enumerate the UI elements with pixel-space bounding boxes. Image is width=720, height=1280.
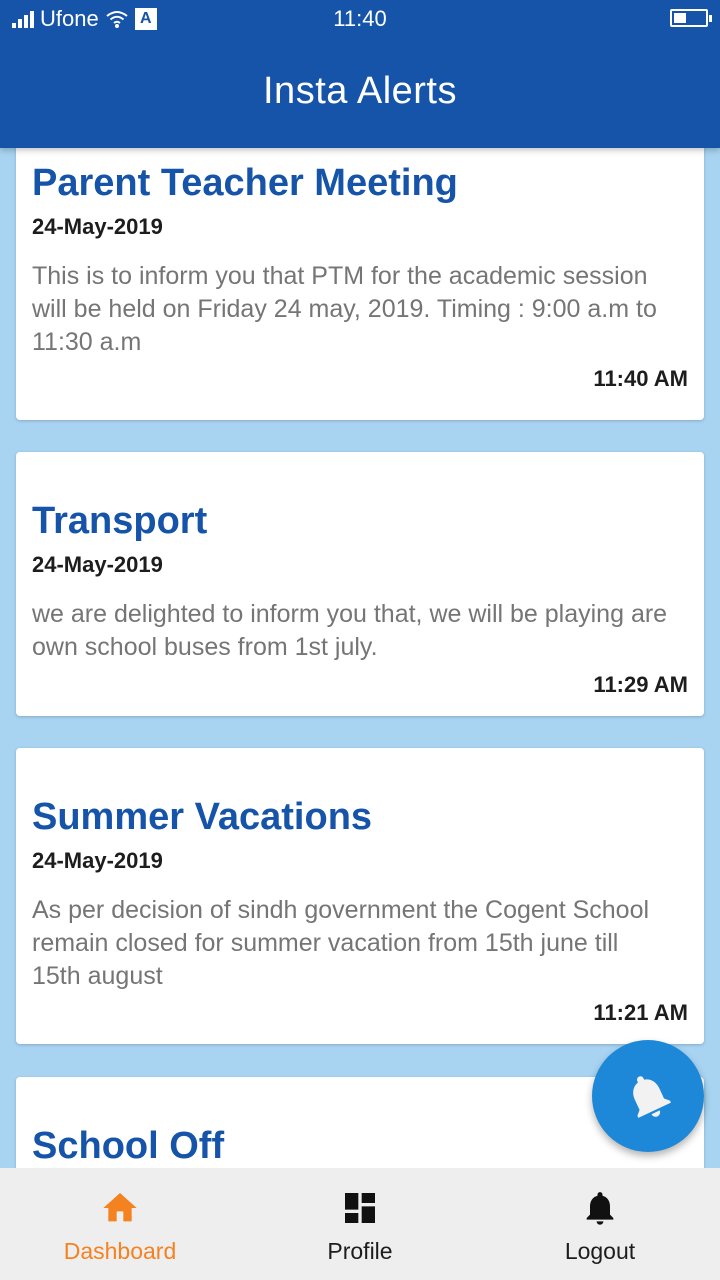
alert-title: School Off: [32, 1125, 225, 1167]
app-bar: Ufone A 11:40 Insta Alerts: [0, 0, 720, 148]
status-time: 11:40: [333, 6, 387, 31]
alerts-fab-button[interactable]: [592, 1040, 704, 1152]
alert-title: Parent Teacher Meeting: [32, 162, 458, 204]
nav-profile[interactable]: Profile: [240, 1168, 480, 1280]
alerts-feed[interactable]: Parent Teacher Meeting 24-May-2019 This …: [0, 148, 720, 1168]
alert-body: As per decision of sindh government the …: [32, 896, 650, 990]
alert-body: This is to inform you that PTM for the a…: [32, 262, 657, 356]
status-bar: Ufone A 11:40: [0, 0, 720, 38]
page-title: Insta Alerts: [263, 70, 457, 112]
alert-card[interactable]: Transport 24-May-2019 we are delighted t…: [16, 452, 704, 716]
nav-label: Dashboard: [63, 1238, 177, 1264]
alert-body: we are delighted to inform you that, we …: [32, 600, 668, 661]
alert-card[interactable]: Summer Vacations 24-May-2019 As per deci…: [16, 748, 704, 1044]
bell-icon: [633, 1076, 671, 1118]
alert-date: 24-May-2019: [32, 848, 163, 873]
nav-logout[interactable]: Logout: [480, 1168, 720, 1280]
nav-dashboard[interactable]: Dashboard: [0, 1168, 240, 1280]
dashboard-grid-icon: [345, 1193, 375, 1223]
nav-label: Logout: [564, 1238, 636, 1264]
alert-title: Transport: [32, 500, 208, 542]
bell-icon: [586, 1192, 614, 1225]
alert-time: 11:21 AM: [593, 1000, 688, 1025]
nav-label: Profile: [327, 1238, 393, 1264]
battery-icon: [670, 9, 712, 27]
alert-date: 24-May-2019: [32, 552, 163, 577]
alert-time: 11:29 AM: [593, 672, 688, 697]
bottom-navigation: Dashboard Profile Logout: [0, 1168, 720, 1280]
alert-time: 11:40 AM: [593, 366, 688, 391]
alert-title: Summer Vacations: [32, 796, 373, 838]
alert-date: 24-May-2019: [32, 214, 163, 239]
alert-card[interactable]: Parent Teacher Meeting 24-May-2019 This …: [16, 148, 704, 420]
home-icon: [103, 1193, 137, 1222]
